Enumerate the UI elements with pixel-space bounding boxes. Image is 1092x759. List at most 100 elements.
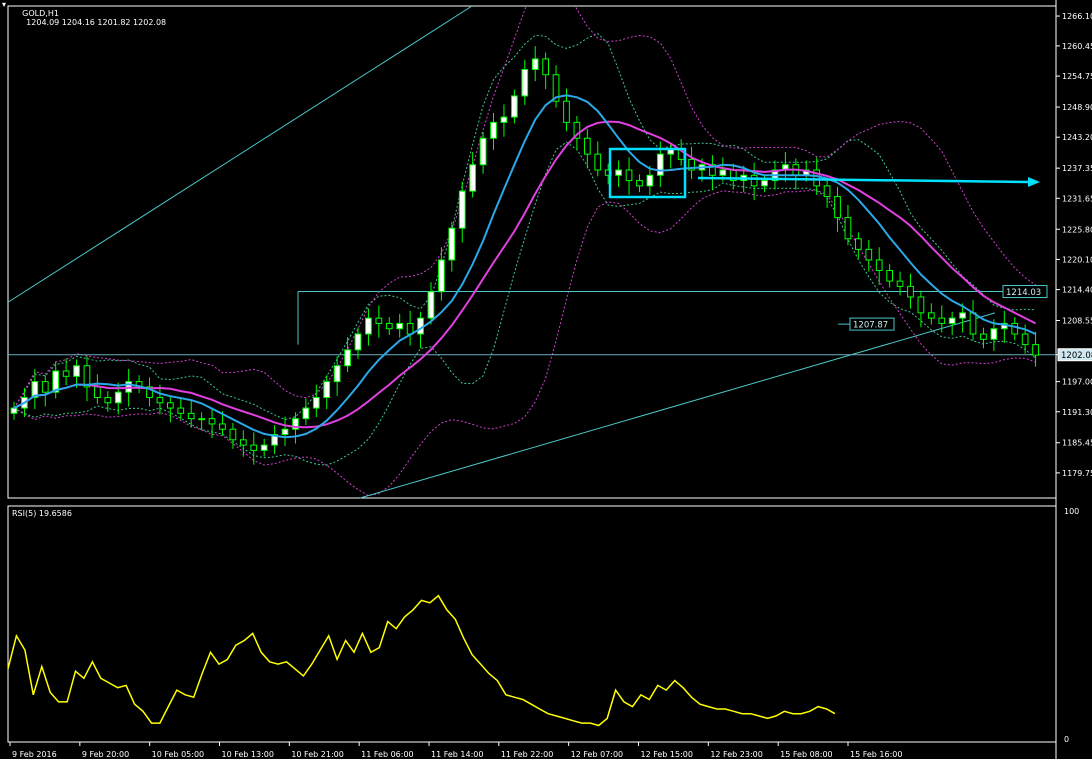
- candle-down: [917, 296, 925, 314]
- candle-down: [104, 396, 112, 404]
- slow-ma-line: [13, 120, 1037, 429]
- ohlc-label: 1204.09 1204.16 1201.82 1202.08: [26, 18, 167, 27]
- candle-up: [719, 169, 727, 176]
- candle-down: [229, 428, 237, 441]
- candle-up: [531, 58, 539, 70]
- candle-up: [260, 444, 268, 451]
- resistance-price-label: 1214.03: [1006, 288, 1041, 298]
- candle-up: [396, 322, 404, 330]
- price-tick-label: 1260.45: [1062, 42, 1092, 51]
- candle-up: [73, 365, 80, 377]
- candle-down: [907, 285, 914, 298]
- price-tick-label: 1248.90: [1062, 103, 1092, 112]
- candle-down: [823, 185, 831, 197]
- candle-up: [427, 291, 435, 319]
- price-tick-label: 1243.20: [1062, 133, 1092, 142]
- candle-down: [563, 100, 570, 123]
- chart-header: GOLD,H1 1204.09 1204.16 1201.82 1202.08: [12, 0, 166, 36]
- price-tick-label: 1214.40: [1062, 286, 1092, 295]
- candle-up: [948, 317, 956, 324]
- candle-down: [177, 407, 185, 414]
- candle-down: [1032, 344, 1039, 356]
- candle-up: [344, 349, 351, 367]
- candle-up: [761, 180, 768, 187]
- candle-down: [886, 270, 894, 282]
- price-tick-label: 1266.10: [1062, 12, 1092, 21]
- candle-up: [656, 153, 664, 176]
- current-price-label: 1202.08: [1061, 351, 1092, 361]
- candle-down: [969, 312, 977, 335]
- candle-down: [208, 418, 216, 425]
- time-tick-label: 11 Feb 06:00: [361, 750, 413, 759]
- candle-down: [980, 333, 987, 340]
- price-tick-label: 1220.10: [1062, 255, 1092, 264]
- price-tick-label: 1225.80: [1062, 225, 1092, 234]
- candle-down: [1011, 322, 1019, 335]
- annotation-arrow-shaft: [697, 176, 1031, 184]
- time-tick-label: 10 Feb 21:00: [291, 750, 343, 759]
- price-tick-label: 1191.30: [1062, 408, 1092, 417]
- time-tick-label: 11 Feb 14:00: [431, 750, 483, 759]
- lower-trendline: [359, 312, 996, 499]
- candle-down: [844, 217, 852, 240]
- inner-band-lower: [13, 141, 1036, 466]
- time-tick-label: 9 Feb 20:00: [82, 750, 129, 759]
- candle-down: [250, 444, 258, 451]
- candle-up: [312, 396, 320, 409]
- candle-down: [636, 180, 643, 187]
- candle-down: [875, 259, 883, 272]
- candle-down: [41, 381, 49, 393]
- candle-up: [990, 328, 998, 340]
- candle-up: [521, 68, 529, 97]
- time-tick-label: 9 Feb 2016: [12, 750, 57, 759]
- time-tick-label: 10 Feb 05:00: [152, 750, 204, 759]
- candle-up: [365, 317, 372, 335]
- price-tick-label: 1254.75: [1062, 72, 1092, 81]
- symbol-menu-icon[interactable]: ▾: [2, 0, 6, 9]
- time-tick-label: 15 Feb 16:00: [850, 750, 902, 759]
- candle-up: [448, 227, 456, 261]
- rsi-scale-top: 100: [1064, 507, 1079, 516]
- price-tick-label: 1179.75: [1062, 469, 1092, 478]
- candle-down: [375, 317, 383, 324]
- candle-down: [938, 317, 946, 324]
- candle-down: [156, 396, 164, 404]
- candle-down: [583, 137, 591, 155]
- candle-down: [854, 238, 862, 250]
- candle-up: [615, 169, 622, 176]
- candle-down: [750, 174, 758, 187]
- candle-down: [219, 423, 226, 430]
- candle-up: [323, 381, 331, 398]
- candle-up: [510, 95, 518, 118]
- time-tick-label: 12 Feb 15:00: [641, 750, 693, 759]
- rsi-scale-bottom: 0: [1064, 735, 1069, 744]
- candle-up: [469, 164, 477, 192]
- ma-price-label: 1207.87: [853, 321, 888, 331]
- candle-down: [1021, 333, 1029, 346]
- candle-down: [94, 386, 101, 398]
- candle-up: [490, 121, 497, 139]
- candle-up: [354, 333, 362, 351]
- time-tick-label: 12 Feb 07:00: [571, 750, 623, 759]
- rsi-line: [7, 594, 836, 727]
- candle-down: [542, 58, 550, 76]
- price-pane-frame: [7, 5, 1057, 499]
- rsi-pane-frame: [7, 505, 1057, 743]
- candle-down: [187, 412, 195, 420]
- chart-window: 1266.10 1260.45 1254.75 1248.90 1243.20 1237.…: [0, 0, 1092, 759]
- price-tick-label: 1197.00: [1062, 378, 1092, 387]
- price-tick-label: 1237.35: [1062, 164, 1092, 173]
- candle-down: [239, 439, 247, 446]
- time-tick-label: 11 Feb 22:00: [501, 750, 553, 759]
- candle-down: [166, 402, 174, 409]
- candle-up: [114, 391, 122, 404]
- candle-down: [594, 153, 602, 171]
- candle-down: [625, 169, 633, 182]
- candle-up: [646, 174, 654, 187]
- candle-up: [302, 407, 310, 420]
- candle-up: [281, 428, 289, 436]
- price-tick-label: 1185.45: [1062, 439, 1092, 448]
- candle-down: [62, 370, 70, 377]
- price-chart[interactable]: 1266.10 1260.45 1254.75 1248.90 1243.20 1237.…: [0, 0, 1092, 759]
- price-tick-label: 1208.55: [1062, 317, 1092, 326]
